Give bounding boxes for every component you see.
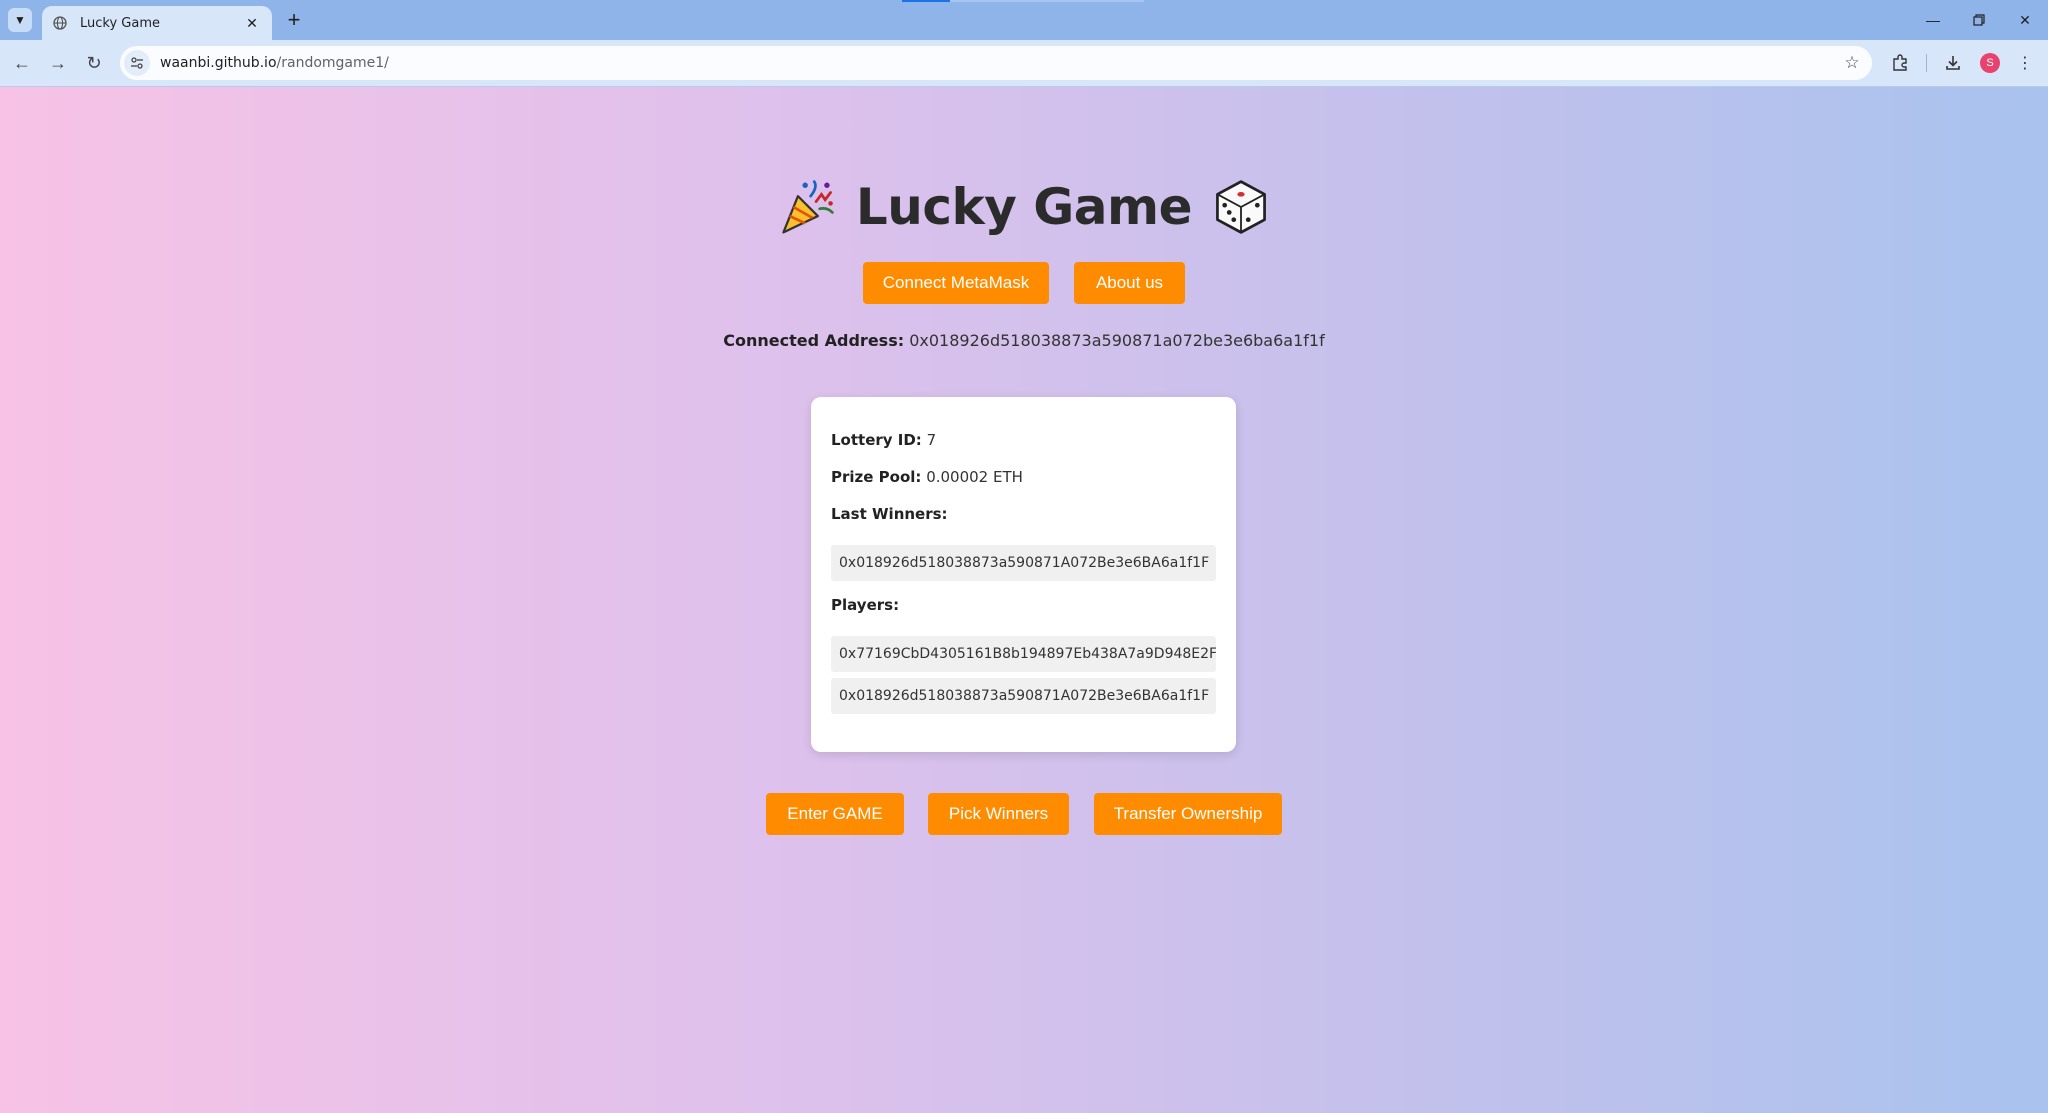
globe-icon [52, 15, 68, 31]
pick-winners-button[interactable]: Pick Winners [928, 793, 1069, 835]
prize-pool-row: Prize Pool: 0.00002 ETH [831, 468, 1023, 486]
player-address-item: 0x77169CbD4305161B8b194897Eb438A7a9D948E… [831, 636, 1216, 672]
players-label: Players: [831, 596, 900, 614]
menu-kebab-icon[interactable]: ⋮ [2013, 51, 2037, 75]
winner-address-item: 0x018926d518038873a590871A072Be3e6BA6a1f… [831, 545, 1216, 581]
about-us-button[interactable]: About us [1074, 262, 1185, 304]
dice-icon [1216, 180, 1266, 234]
minimize-icon[interactable]: — [1910, 0, 1956, 40]
forward-icon[interactable]: → [46, 51, 70, 75]
restore-icon[interactable] [1956, 0, 2002, 40]
close-window-icon[interactable]: ✕ [2002, 0, 2048, 40]
toolbar-separator [1926, 54, 1927, 72]
browser-toolbar: ← → ↻ waanbi.github.io/randomgame1/ ☆ S … [0, 40, 2048, 87]
tab-search-dropdown-icon[interactable]: ▼ [8, 8, 32, 32]
bookmark-star-icon[interactable]: ☆ [1842, 53, 1862, 73]
page-body: Lucky Game Connect MetaMask About us Con… [0, 87, 2048, 1113]
url-path: /randomgame1/ [276, 55, 389, 71]
connect-metamask-button[interactable]: Connect MetaMask [863, 262, 1049, 304]
lottery-id-label: Lottery ID: [831, 431, 922, 449]
connected-address-line: Connected Address: 0x018926d518038873a59… [0, 331, 2048, 350]
prize-pool-label: Prize Pool: [831, 468, 922, 486]
download-icon[interactable] [1941, 51, 1965, 75]
prize-pool-value: 0.00002 ETH [926, 468, 1023, 486]
party-popper-icon [782, 180, 834, 234]
extensions-icon[interactable] [1888, 51, 1912, 75]
address-bar[interactable]: waanbi.github.io/randomgame1/ ☆ [120, 46, 1872, 80]
url-text: waanbi.github.io/randomgame1/ [160, 55, 389, 71]
profile-avatar[interactable]: S [1980, 53, 2000, 73]
last-winners-label: Last Winners: [831, 505, 948, 523]
close-tab-icon[interactable]: ✕ [242, 13, 262, 33]
player-address-item: 0x018926d518038873a590871A072Be3e6BA6a1f… [831, 678, 1216, 714]
players-heading: Players: [831, 596, 899, 614]
back-icon[interactable]: ← [10, 51, 34, 75]
reload-icon[interactable]: ↻ [82, 51, 106, 75]
connected-address-value: 0x018926d518038873a590871a072be3e6ba6a1f… [909, 331, 1325, 350]
url-host: waanbi.github.io [160, 55, 277, 71]
transfer-ownership-button[interactable]: Transfer Ownership [1094, 793, 1282, 835]
lottery-id-value: 7 [926, 431, 937, 449]
page-header: Lucky Game [0, 172, 2048, 242]
new-tab-icon[interactable]: + [282, 7, 306, 32]
tab-title: Lucky Game [80, 15, 160, 31]
browser-tab[interactable]: Lucky Game ✕ [42, 6, 272, 40]
window-controls: — ✕ [1910, 0, 2048, 40]
connected-address-label: Connected Address: [723, 331, 905, 350]
browser-tab-bar: ▼ Lucky Game ✕ + — ✕ [0, 0, 2048, 40]
last-winners-heading: Last Winners: [831, 505, 948, 523]
enter-game-button[interactable]: Enter GAME [766, 793, 904, 835]
lottery-card: Lottery ID: 7 Prize Pool: 0.00002 ETH La… [811, 397, 1236, 752]
page-loading-bar [902, 0, 1144, 2]
page-title: Lucky Game [855, 178, 1193, 236]
lottery-id-row: Lottery ID: 7 [831, 431, 936, 449]
site-settings-icon[interactable] [124, 50, 150, 76]
